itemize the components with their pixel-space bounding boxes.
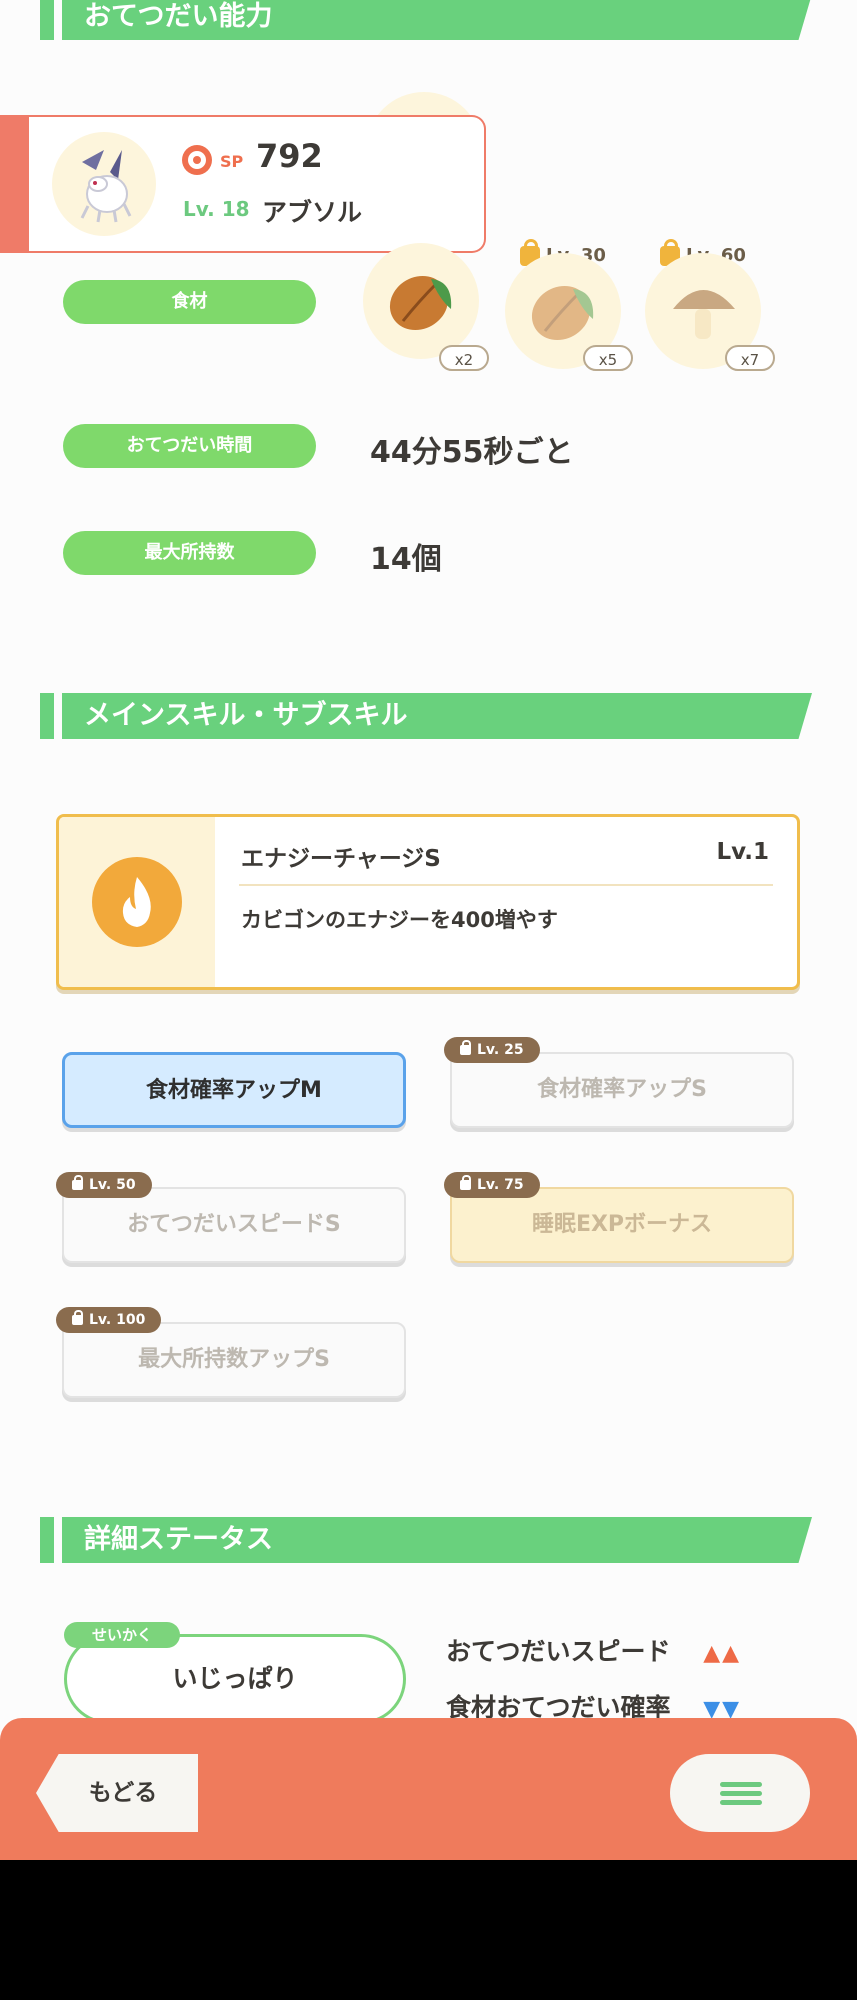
label-max-carry: 最大所持数 xyxy=(63,531,316,575)
nature-up-stat-label: おてつだいスピード xyxy=(446,1637,671,1666)
lock-icon xyxy=(72,1175,83,1190)
divider xyxy=(239,884,773,886)
cocoa-icon xyxy=(389,275,452,331)
pokemon-card[interactable]: SP 792 Lv. 18 アブソル xyxy=(0,115,486,253)
system-bar-area xyxy=(0,1860,857,2000)
hamburger-menu-icon xyxy=(720,1791,762,1796)
stat-up-icon: ▲▲ xyxy=(703,1641,742,1666)
max-carry-value: 14個 xyxy=(370,542,442,577)
lock-icon xyxy=(460,1040,471,1055)
ingredient-count-3: x7 xyxy=(725,345,775,371)
menu-button[interactable] xyxy=(670,1754,810,1832)
sub-skill-1[interactable]: 食材確率アップM xyxy=(62,1052,406,1128)
lock-icon xyxy=(72,1310,83,1325)
sub-skill-2[interactable]: 食材確率アップS xyxy=(450,1052,794,1128)
section-header-helping: おてつだい能力 xyxy=(62,0,812,40)
sp-value: 792 xyxy=(256,137,323,175)
nature-tag: せいかく xyxy=(64,1622,180,1648)
back-button[interactable]: もどる xyxy=(36,1754,198,1832)
lock-icon xyxy=(460,1175,471,1190)
ingredient-count-2: x5 xyxy=(583,345,633,371)
ingredient-count-1: x2 xyxy=(439,345,489,371)
section-accent xyxy=(40,0,54,40)
nature-up-stat: おてつだいスピード ▲▲ xyxy=(446,1632,741,1668)
sub-skill-3[interactable]: おてつだいスピードS xyxy=(62,1187,406,1263)
section-accent xyxy=(40,693,54,739)
absol-icon xyxy=(80,150,132,223)
section-accent xyxy=(40,1517,54,1563)
hamburger-menu-icon xyxy=(720,1800,762,1805)
sub-skill-3-lock-tag: Lv. 50 xyxy=(56,1172,152,1198)
card-accent-stripe xyxy=(0,117,29,251)
section-header-skills: メインスキル・サブスキル xyxy=(62,693,812,739)
hamburger-menu-icon xyxy=(720,1782,762,1787)
main-skill-name: エナジーチャージS xyxy=(241,846,441,872)
pokemon-name: アブソル xyxy=(262,198,363,227)
pokemon-level: Lv. 18 xyxy=(183,197,250,221)
flame-icon xyxy=(92,857,182,947)
sub-skill-4[interactable]: 睡眠EXPボーナス xyxy=(450,1187,794,1263)
sub-skill-5-lock-tag: Lv. 100 xyxy=(56,1307,162,1333)
sub-skill-4-lock-tag: Lv. 75 xyxy=(444,1172,540,1198)
label-ingredients: 食材 xyxy=(63,280,316,324)
sp-label: SP xyxy=(220,152,244,171)
sp-icon xyxy=(182,145,212,175)
pokemon-avatar xyxy=(52,132,156,236)
main-skill-card[interactable]: エナジーチャージS Lv.1 カビゴンのエナジーを400増やす xyxy=(56,814,800,990)
lock-level: Lv. 75 xyxy=(477,1177,524,1193)
label-help-time: おてつだい時間 xyxy=(63,424,316,468)
lock-level: Lv. 100 xyxy=(89,1312,146,1328)
main-skill-level: Lv.1 xyxy=(716,839,769,865)
main-skill-icon-panel xyxy=(59,817,215,987)
sub-skill-5[interactable]: 最大所持数アップS xyxy=(62,1322,406,1398)
section-header-detail: 詳細ステータス xyxy=(62,1517,812,1563)
lock-level: Lv. 50 xyxy=(89,1177,136,1193)
main-skill-description: カビゴンのエナジーを400増やす xyxy=(241,908,558,932)
help-time-value: 44分55秒ごと xyxy=(370,435,574,470)
sub-skill-2-lock-tag: Lv. 25 xyxy=(444,1037,540,1063)
lock-level: Lv. 25 xyxy=(477,1042,524,1058)
ingredient-slot-1[interactable] xyxy=(363,243,479,359)
